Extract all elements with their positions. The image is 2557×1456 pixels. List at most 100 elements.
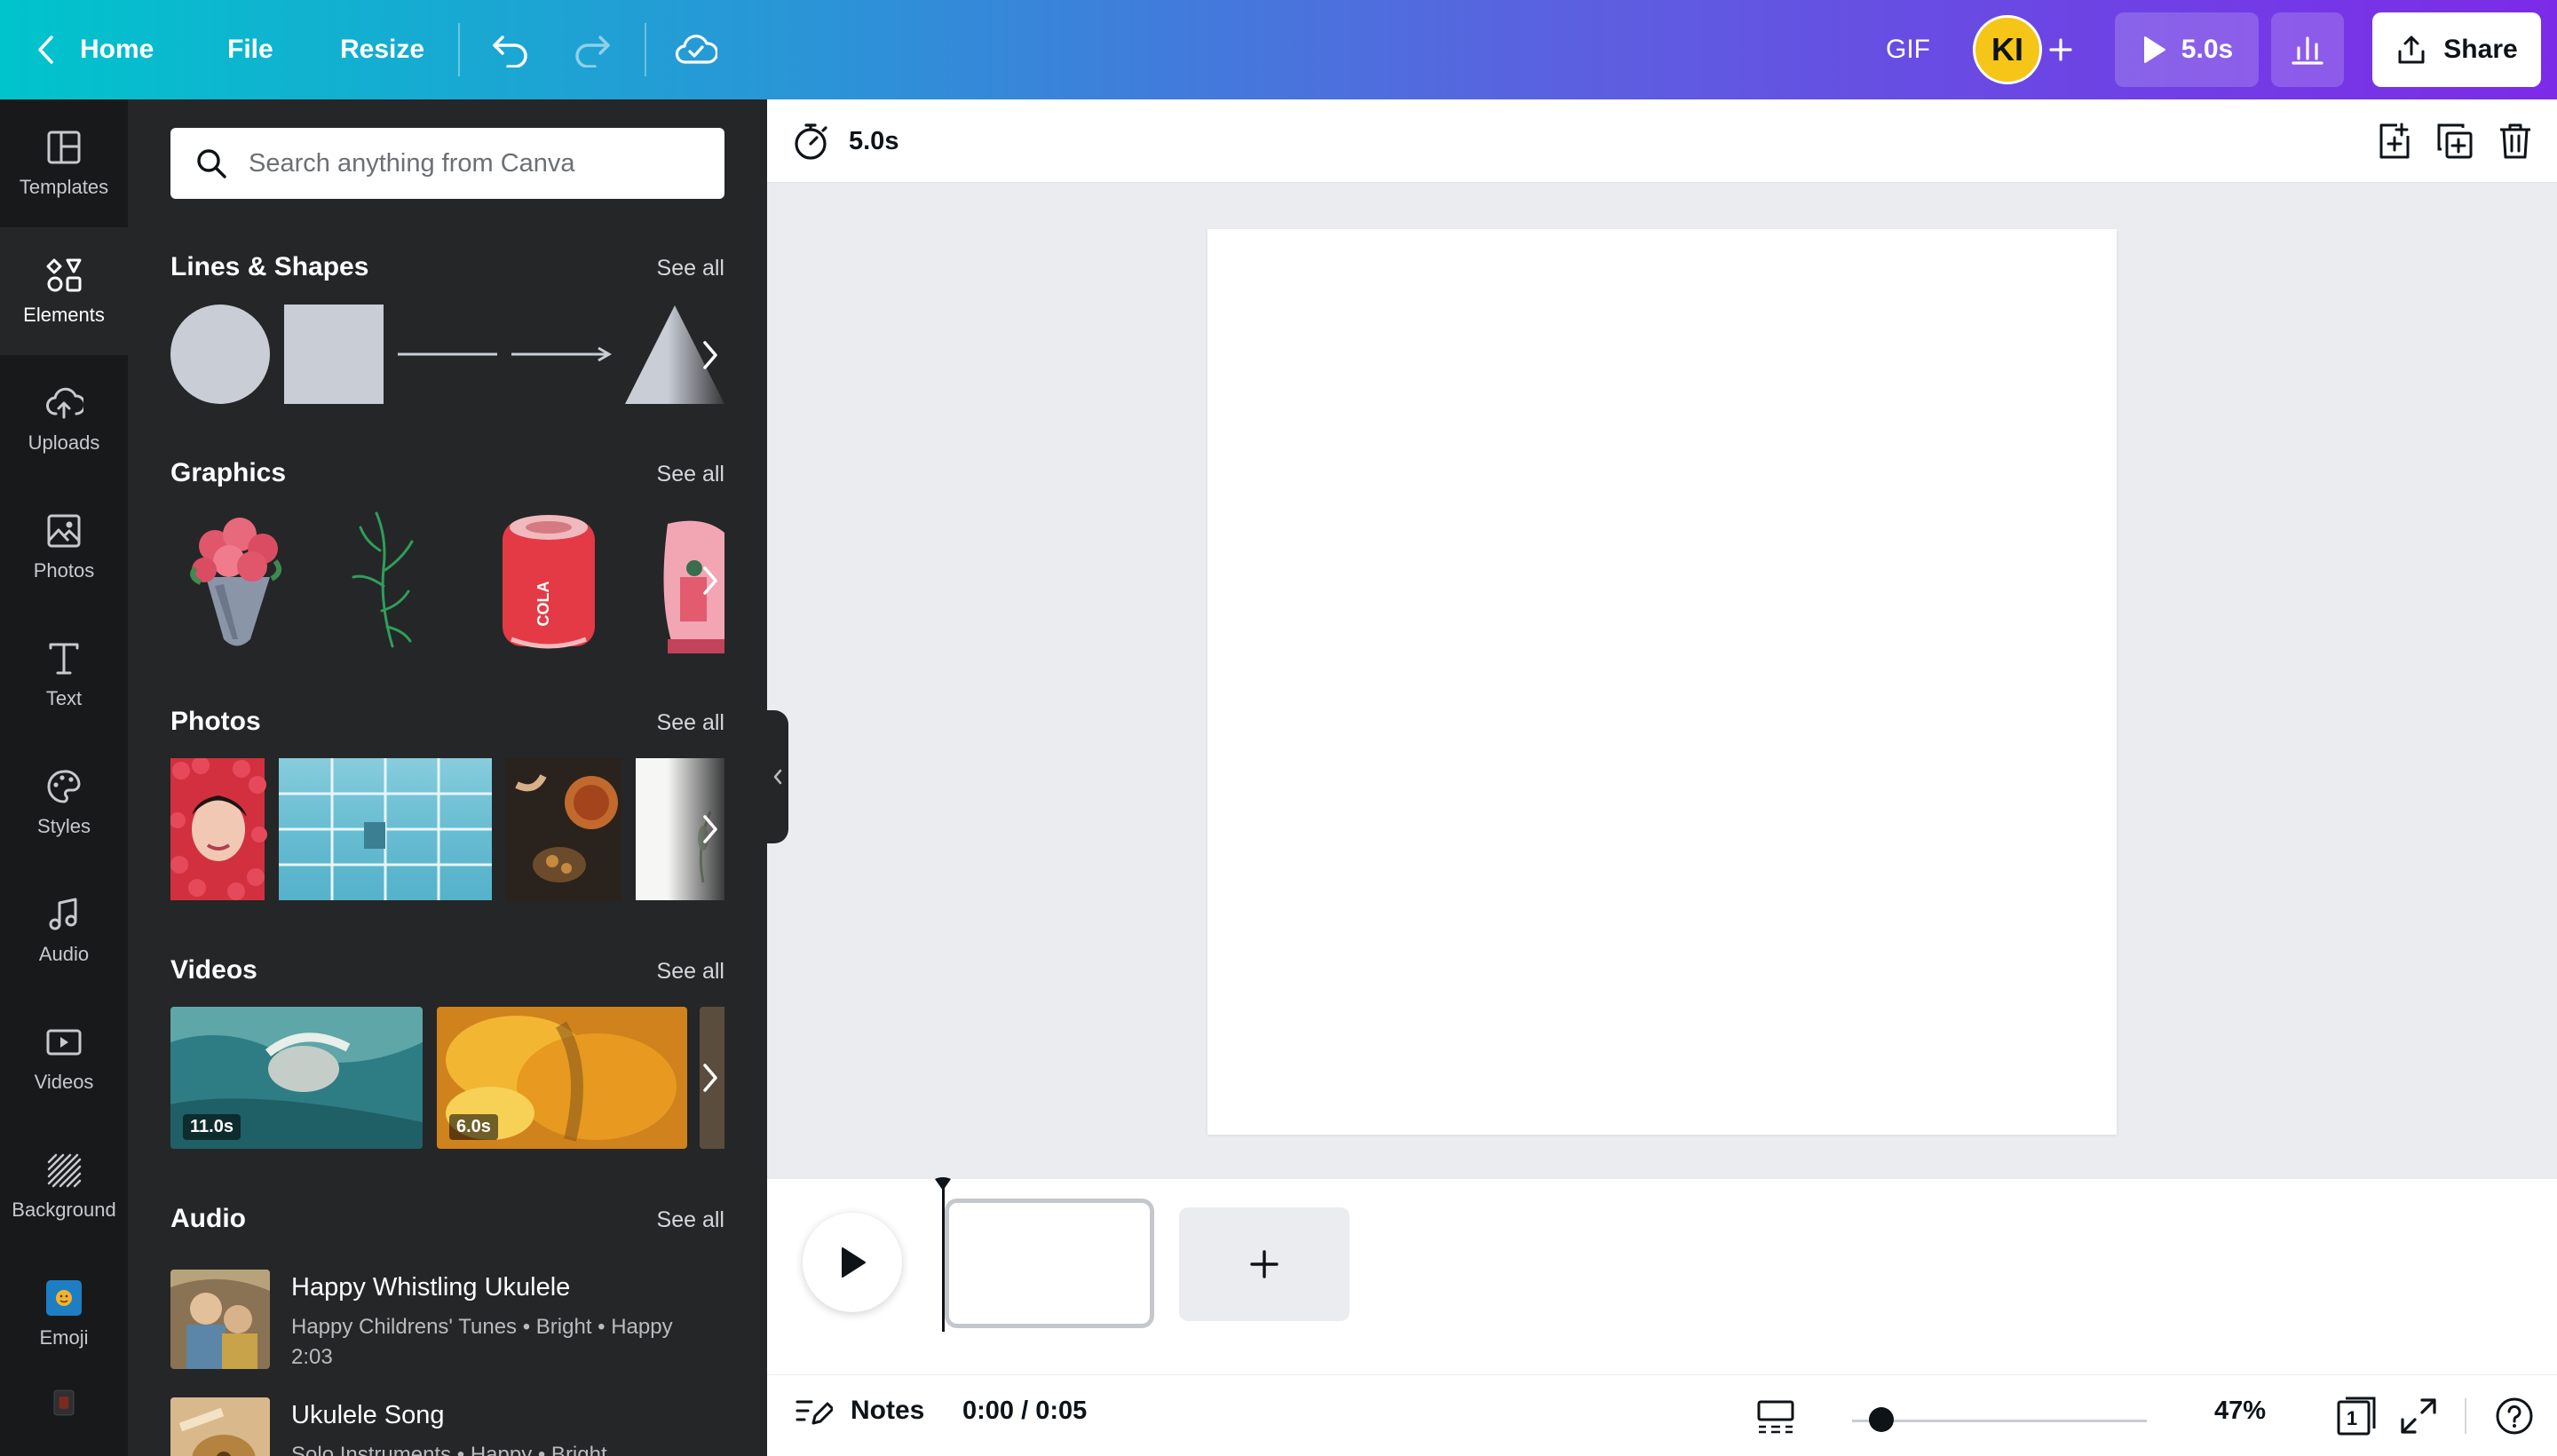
video-thumb-ocean[interactable]: 11.0s [170,1007,423,1149]
see-all-lines-shapes[interactable]: See all [657,256,724,281]
page-count-button[interactable]: 1 [2335,1395,2378,1437]
file-menu[interactable]: File [227,0,273,99]
timecode-readout: 0:00 / 0:05 [962,1397,1088,1425]
photo-icon [47,514,81,548]
graphics-next-button[interactable] [693,554,728,607]
rail-item-photos[interactable]: Photos [0,483,128,611]
rail-item-emoji[interactable]: Emoji [0,1250,128,1378]
square-shape[interactable] [284,305,384,404]
rail-item-audio[interactable]: Audio [0,866,128,994]
file-label: File [227,35,273,64]
delete-page-icon[interactable] [2495,121,2536,162]
rail-label: Elements [23,304,105,326]
audio-thumb-kids [170,1270,270,1369]
timeline-add-page-button[interactable] [1179,1207,1350,1321]
play-duration: 5.0s [2181,35,2234,64]
timeline-play-button[interactable] [803,1213,902,1312]
page-count: 1 [2346,1407,2358,1429]
collapse-panel-button[interactable] [767,710,788,843]
help-icon[interactable] [2493,1395,2536,1437]
photo-thumb-food[interactable] [506,758,621,900]
see-all-videos[interactable]: See all [657,959,724,985]
share-label: Share [2443,35,2518,64]
format-label[interactable]: GIF [1886,0,1930,99]
arrow-line-shape[interactable] [511,346,612,362]
audio-track-tags: Solo Instruments • Happy • Bright [291,1443,607,1456]
see-all-photos[interactable]: See all [657,710,724,736]
timeline-page-thumbnail[interactable] [945,1199,1154,1328]
page-thumbnail-inner [953,1207,1146,1320]
resize-menu[interactable]: Resize [340,0,424,99]
rail-item-styles[interactable]: Styles [0,739,128,866]
elements-icon [46,258,82,292]
add-page-icon[interactable] [2374,121,2415,162]
rail-item-elements[interactable]: Elements [0,227,128,355]
fullscreen-icon[interactable] [2397,1395,2440,1437]
share-button[interactable]: Share [2372,12,2541,87]
photo-thumb-woman-flowers[interactable] [170,758,267,900]
page-duration-button[interactable]: 5.0s [790,119,899,163]
duplicate-page-icon[interactable] [2434,121,2475,162]
section-title-photos: Photos [170,707,261,736]
notes-button[interactable]: Notes [794,1393,924,1428]
green-branch-graphic[interactable] [352,511,414,648]
flower-bouquet-graphic[interactable] [190,518,282,646]
video-duration-badge: 6.0s [449,1114,498,1140]
notes-pencil-icon [796,1400,833,1425]
video-thumb-fire[interactable]: 6.0s [437,1007,687,1149]
audio-track[interactable]: Happy Whistling Ukulele Happy Childrens'… [170,1270,724,1376]
undo-icon [493,36,527,67]
see-all-audio[interactable]: See all [657,1207,724,1233]
section-title-lines-shapes: Lines & Shapes [170,252,369,281]
timer-icon [795,123,827,160]
video-duration-badge: 11.0s [183,1114,241,1140]
rail-item-videos[interactable]: Videos [0,994,128,1122]
undo-button[interactable] [490,0,531,99]
footer-bar: Notes 0:00 / 0:05 47% 1 [767,1374,2557,1456]
chevron-left-icon [38,36,53,64]
rail-item-uploads[interactable]: Uploads [0,355,128,483]
insights-button[interactable] [2271,12,2344,87]
audio-track-title: Ukulele Song [291,1401,445,1429]
cola-can-graphic[interactable]: COLA [503,515,595,649]
play-icon [2143,36,2165,63]
templates-icon [47,131,81,164]
cloud-save-button[interactable] [675,0,717,99]
search-icon [197,149,226,178]
videos-next-button[interactable] [693,1051,728,1104]
see-all-graphics[interactable]: See all [657,462,724,487]
design-artboard[interactable] [1207,229,2117,1135]
home-label: Home [80,35,154,64]
bar-chart-icon [2292,36,2323,65]
photos-next-button[interactable] [693,803,728,856]
zoom-value[interactable]: 47% [2214,1397,2266,1426]
rail-item-text[interactable]: Text [0,611,128,739]
zoom-slider-track[interactable] [1852,1420,2147,1422]
photo-thumb-glass-building[interactable] [279,758,492,900]
palette-icon [47,770,81,803]
avatar[interactable]: KI [1973,15,2042,84]
videos-row: 11.0s 6.0s [170,1007,724,1149]
home-button[interactable]: Home [36,0,154,99]
rail-item-background[interactable]: Background [0,1122,128,1250]
invite-plus-button[interactable] [2047,0,2074,99]
audio-track-meta: Happy Childrens' Tunes • Bright • Happy … [291,1312,709,1373]
app-icon [53,1389,75,1416]
rail-label: Background [12,1199,116,1221]
audio-track[interactable]: Ukulele Song Solo Instruments • Happy • … [170,1397,724,1456]
zoom-slider-knob[interactable] [1869,1407,1895,1432]
search-box[interactable] [170,128,724,199]
shapes-next-button[interactable] [693,328,728,382]
search-input[interactable] [249,148,710,178]
play-preview-button[interactable]: 5.0s [2115,12,2259,87]
top-bar: Home File Resize GIF KI 5.0s Share [0,0,2557,99]
grid-view-icon[interactable] [1754,1395,1797,1437]
circle-shape[interactable] [170,305,270,404]
rail-item-more[interactable] [0,1378,128,1456]
rail-label: Emoji [39,1326,89,1349]
rail-item-templates[interactable]: Templates [0,99,128,227]
redo-button[interactable] [572,0,613,99]
rail-label: Text [45,687,83,709]
section-title-videos: Videos [170,955,257,985]
timeline [767,1177,2557,1374]
